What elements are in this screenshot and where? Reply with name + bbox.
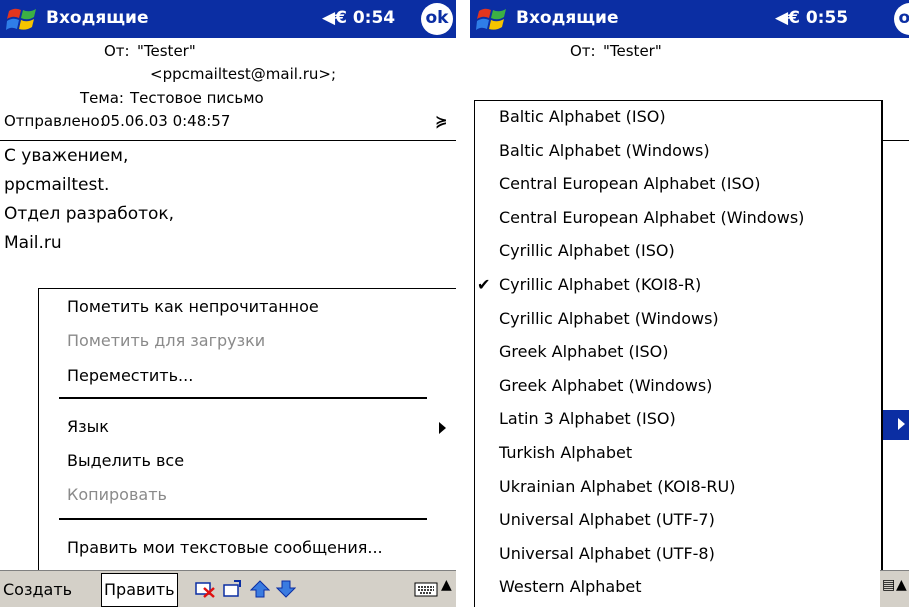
subject-value: Тестовое письмо [130, 89, 264, 107]
volume-clock[interactable]: ◀€ 0:54 [322, 8, 395, 28]
ok-button[interactable]: ok [421, 3, 453, 35]
menu-item-copy: Копировать [67, 485, 167, 504]
encoding-option[interactable]: Central European Alphabet (Windows) [499, 208, 804, 227]
encoding-option[interactable]: Greek Alphabet (ISO) [499, 342, 668, 361]
body-line: Отдел разработок, [4, 204, 175, 224]
next-message-icon[interactable] [276, 580, 296, 598]
menu-item-mark-download: Пометить для загрузки [67, 331, 266, 350]
menu-item-move[interactable]: Переместить... [67, 366, 193, 385]
header-divider [880, 140, 909, 141]
encoding-dropdown: Baltic Alphabet (ISO) Baltic Alphabet (Wi… [474, 100, 883, 607]
subject-label: Тема: [80, 89, 124, 107]
ok-button[interactable]: ok [894, 3, 909, 35]
reply-message-icon[interactable] [222, 580, 242, 598]
input-panel-arrow-icon[interactable]: ▲ [441, 577, 452, 593]
checkmark-icon: ✔ [477, 275, 491, 294]
sent-value: 05.06.03 0:48:57 [101, 112, 231, 130]
expand-header-icon[interactable]: ≽ [435, 112, 448, 130]
encoding-option[interactable]: Baltic Alphabet (Windows) [499, 141, 710, 160]
menu-item-mark-unread[interactable]: Пометить как непрочитанное [67, 297, 319, 316]
volume-clock[interactable]: ◀€ 0:55 [775, 8, 848, 28]
sent-label: Отправлено: [4, 112, 105, 130]
from-label: От: [104, 42, 130, 60]
from-name: "Tester" [603, 42, 662, 60]
edit-menu-button[interactable]: Править [101, 573, 178, 607]
encoding-option[interactable]: Cyrillic Alphabet (KOI8-R) [499, 275, 701, 294]
body-line: ppcmailtest. [4, 175, 110, 195]
command-bar: ▤ ▲ [880, 570, 909, 607]
app-title: Входящие [516, 8, 619, 28]
header-divider [0, 140, 456, 141]
right-screen: Входящие ◀€ 0:55 ok От: "Tester" Baltic … [470, 0, 909, 607]
delete-message-icon[interactable] [195, 580, 215, 598]
title-bar: Входящие ◀€ 0:54 ok [0, 0, 456, 38]
command-bar: Создать Править ▲ [0, 570, 456, 607]
create-menu-button[interactable]: Создать [0, 573, 76, 607]
menu-item-edit-text-messages[interactable]: Править мои текстовые сообщения... [67, 538, 383, 557]
from-name: "Tester" [137, 42, 196, 60]
encoding-option[interactable]: Western Alphabet [499, 577, 641, 596]
encoding-option[interactable]: Ukrainian Alphabet (KOI8-RU) [499, 477, 735, 496]
menu-item-language[interactable]: Язык [67, 417, 109, 436]
encoding-option[interactable]: Baltic Alphabet (ISO) [499, 107, 666, 126]
windows-start-icon[interactable] [476, 5, 508, 33]
from-label: От: [570, 42, 596, 60]
submenu-arrow-icon [898, 418, 905, 430]
keyboard-icon[interactable] [414, 580, 438, 598]
encoding-option[interactable]: Universal Alphabet (UTF-7) [499, 510, 715, 529]
body-line: Mail.ru [4, 233, 62, 253]
encoding-option[interactable]: Latin 3 Alphabet (ISO) [499, 409, 676, 428]
encoding-option[interactable]: Cyrillic Alphabet (ISO) [499, 241, 675, 260]
encoding-option[interactable]: Greek Alphabet (Windows) [499, 376, 712, 395]
encoding-option[interactable]: Turkish Alphabet [499, 443, 632, 462]
app-title: Входящие [46, 8, 149, 28]
from-email: <ppcmailtest@mail.ru>; [150, 65, 337, 83]
previous-message-icon[interactable] [250, 580, 270, 598]
encoding-option[interactable]: Cyrillic Alphabet (Windows) [499, 309, 719, 328]
input-panel-arrow-icon[interactable]: ▲ [896, 577, 907, 593]
keyboard-icon[interactable]: ▤ [882, 577, 895, 593]
windows-start-icon[interactable] [6, 5, 38, 33]
body-line: С уважением, [4, 146, 129, 166]
edit-context-menu: Пометить как непрочитанное Пометить для … [38, 288, 456, 571]
encoding-option[interactable]: Universal Alphabet (UTF-8) [499, 544, 715, 563]
submenu-arrow-icon [439, 422, 446, 434]
menu-item-select-all[interactable]: Выделить все [67, 451, 184, 470]
title-bar: Входящие ◀€ 0:55 ok [470, 0, 909, 38]
menu-separator [59, 518, 427, 520]
left-screen: Входящие ◀€ 0:54 ok От: "Tester" <ppcmai… [0, 0, 456, 607]
menu-separator [59, 397, 427, 399]
encoding-option[interactable]: Central European Alphabet (ISO) [499, 174, 760, 193]
